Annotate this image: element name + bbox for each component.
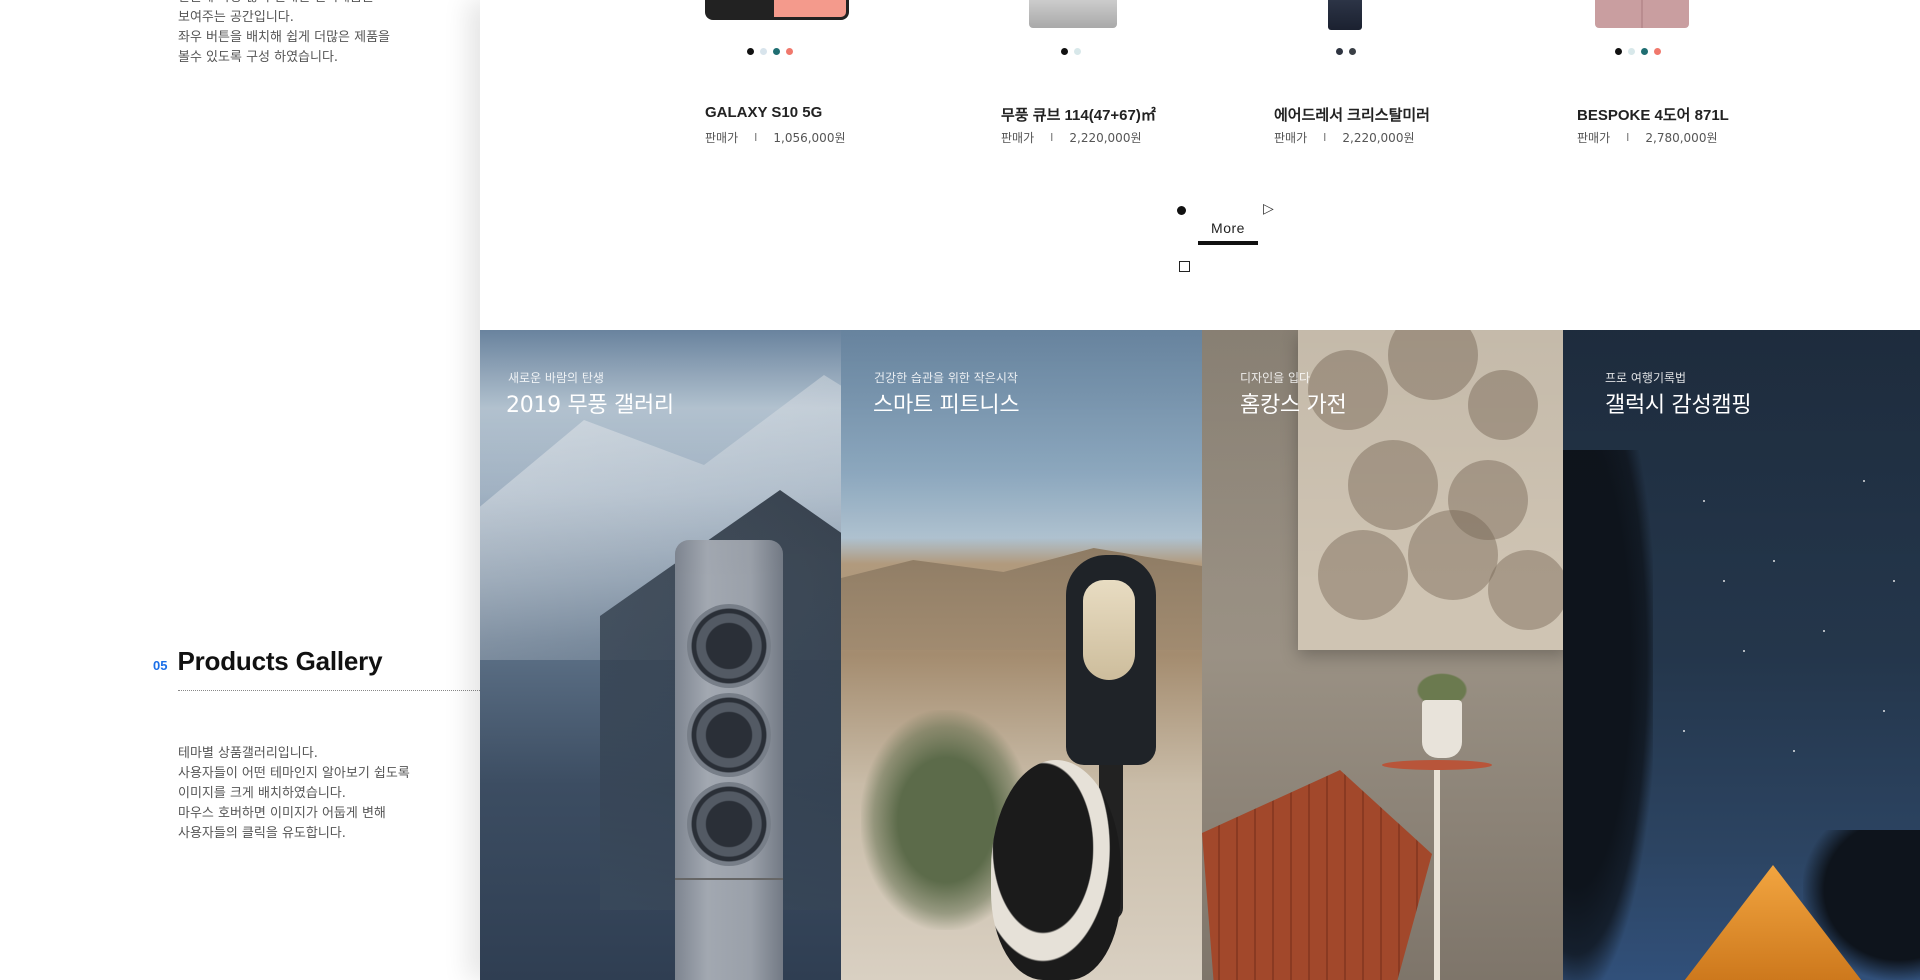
color-options	[747, 48, 793, 55]
color-swatch[interactable]	[1061, 48, 1068, 55]
card-subtitle: 건강한 습관을 위한 작은시작	[874, 371, 1018, 385]
intro-line: 좌우 버튼을 배치해 쉽게 더많은 제품을	[178, 30, 391, 45]
price-separator: I	[1626, 131, 1630, 144]
color-swatch[interactable]	[1654, 48, 1661, 55]
price-value: 2,780,000원	[1645, 131, 1718, 145]
price-label: 판매가	[705, 131, 739, 145]
product-image[interactable]	[705, 0, 849, 20]
description-line: 사용자들의 클릭을 유도합니다.	[178, 826, 346, 841]
price-row: 판매가 I 2,220,000원	[1274, 129, 1415, 146]
price-row: 판매가 I 2,780,000원	[1577, 129, 1718, 146]
product-name[interactable]: 에어드레서 크리스탈미러	[1274, 104, 1430, 125]
intro-line: 볼수 있도록 구성 하였습니다.	[178, 50, 339, 65]
product-name[interactable]: BESPOKE 4도어 871L	[1577, 104, 1729, 125]
price-value: 2,220,000원	[1342, 131, 1415, 145]
section-description: 테마별 상품갤러리입니다. 사용자들이 어떤 테마인지 알아보기 쉽도록 이미지…	[178, 744, 410, 844]
color-swatch[interactable]	[1349, 48, 1356, 55]
card-subtitle: 디자인을 입다	[1240, 371, 1311, 385]
gallery-card-camping[interactable]: 프로 여행기록법 갤럭시 감성캠핑	[1563, 330, 1920, 980]
product-name[interactable]: 무풍 큐브 114(47+67)㎡	[1001, 104, 1156, 125]
card-title: 홈캉스 가전	[1240, 393, 1347, 418]
card-overlay	[1563, 330, 1920, 980]
price-value: 1,056,000원	[773, 131, 846, 145]
product-image[interactable]	[1029, 0, 1117, 28]
gallery-card-mupung[interactable]: 새로운 바람의 탄생 2019 무풍 갤러리	[480, 330, 841, 980]
price-label: 판매가	[1577, 131, 1611, 145]
product-image[interactable]	[1328, 0, 1362, 30]
description-line: 사용자들이 어떤 테마인지 알아보기 쉽도록	[178, 766, 410, 781]
section-number: 05	[153, 658, 168, 673]
play-icon[interactable]: ▷	[1263, 201, 1274, 217]
price-separator: I	[1050, 131, 1054, 144]
price-value: 2,220,000원	[1069, 131, 1142, 145]
color-swatch[interactable]	[773, 48, 780, 55]
more-button[interactable]: More	[1198, 220, 1258, 236]
price-separator: I	[1323, 131, 1327, 144]
color-swatch[interactable]	[1641, 48, 1648, 55]
main-panel: GALAXY S10 5G 판매가 I 1,056,000원 무풍 큐브 114…	[480, 0, 1920, 980]
products-gallery: 새로운 바람의 탄생 2019 무풍 갤러리 건강한 습관을 위한 작은시작 스…	[480, 330, 1920, 980]
card-overlay	[480, 330, 841, 980]
card-overlay	[841, 330, 1202, 980]
card-subtitle: 프로 여행기록법	[1605, 371, 1687, 385]
price-row: 판매가 I 1,056,000원	[705, 129, 846, 146]
product-name[interactable]: GALAXY S10 5G	[705, 104, 822, 121]
section-title: Products Gallery	[177, 646, 383, 676]
price-label: 판매가	[1001, 131, 1035, 145]
color-options	[1615, 48, 1661, 55]
card-title: 갤럭시 감성캠핑	[1605, 393, 1752, 418]
card-title: 스마트 피트니스	[873, 393, 1020, 418]
section-divider	[178, 690, 480, 691]
description-line: 이미지를 크게 배치하였습니다.	[178, 786, 346, 801]
intro-description: 한눈에 가장 많이 판매된 인기제품을 보여주는 공간입니다. 좌우 버튼을 배…	[178, 0, 390, 68]
price-label: 판매가	[1274, 131, 1308, 145]
color-swatch[interactable]	[747, 48, 754, 55]
pagination-dot-active[interactable]	[1177, 206, 1186, 215]
intro-line: 보여주는 공간입니다.	[178, 10, 294, 25]
description-line: 마우스 호버하면 이미지가 어둡게 변해	[178, 806, 386, 821]
card-overlay	[1202, 330, 1563, 980]
color-swatch[interactable]	[760, 48, 767, 55]
color-swatch[interactable]	[786, 48, 793, 55]
description-line: 테마별 상품갤러리입니다.	[178, 746, 318, 761]
more-underline	[1198, 241, 1258, 245]
section-heading: 05 Products Gallery	[153, 646, 383, 677]
product-image[interactable]	[1595, 0, 1689, 28]
price-row: 판매가 I 2,220,000원	[1001, 129, 1142, 146]
color-swatch[interactable]	[1074, 48, 1081, 55]
stop-icon[interactable]	[1179, 261, 1190, 272]
color-options	[1336, 48, 1356, 55]
color-swatch[interactable]	[1628, 48, 1635, 55]
gallery-card-fitness[interactable]: 건강한 습관을 위한 작은시작 스마트 피트니스	[841, 330, 1202, 980]
color-swatch[interactable]	[1615, 48, 1622, 55]
gallery-card-homecance[interactable]: 디자인을 입다 홈캉스 가전	[1202, 330, 1563, 980]
color-swatch[interactable]	[1336, 48, 1343, 55]
intro-line: 한눈에 가장 많이 판매된 인기제품을	[178, 0, 390, 8]
left-description-column: 한눈에 가장 많이 판매된 인기제품을 보여주는 공간입니다. 좌우 버튼을 배…	[0, 0, 480, 980]
card-title: 2019 무풍 갤러리	[506, 393, 674, 418]
price-separator: I	[754, 131, 758, 144]
color-options	[1061, 48, 1081, 55]
card-subtitle: 새로운 바람의 탄생	[508, 371, 604, 385]
